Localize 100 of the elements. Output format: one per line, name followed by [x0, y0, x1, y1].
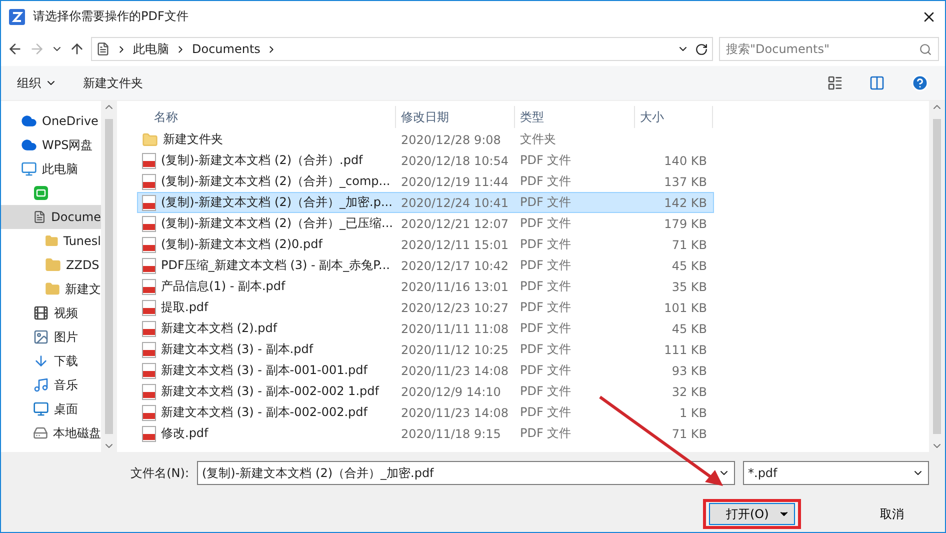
size-cell-text: 1 KB	[678, 406, 708, 420]
column-header[interactable]: 大小	[635, 106, 713, 128]
date-cell-text: 2020/12/18 10:54	[400, 154, 510, 168]
file-row[interactable]: 新建文件夹 2020/12/28 9:08 文件夹	[137, 129, 714, 150]
size-cell-text: 140 KB	[663, 154, 708, 168]
size-cell-text: 71 KB	[670, 238, 708, 252]
size-cell-text: 137 KB	[663, 174, 708, 188]
file-row[interactable]: (复制)-新建文本文档 (2)（合并）_加密.p... 2020/12/24 10:41 PDF 文件 142 KB	[137, 192, 714, 213]
back-icon[interactable]	[7, 41, 23, 57]
sidebar-item[interactable]: Tunesl	[1, 229, 101, 253]
file-row[interactable]: 产品信息(1) - 副本.pdf 2020/11/16 13:01 PDF 文件 35 KB	[137, 276, 714, 297]
file-row[interactable]: 提取.pdf 2020/12/23 10:27 PDF 文件 101 KB	[137, 297, 714, 318]
breadcrumb[interactable]: 此电脑	[133, 40, 169, 58]
date-cell-text: 2020/12/17 10:42	[400, 258, 510, 272]
search-field[interactable]: 搜索"Documents"	[719, 37, 939, 61]
desktop-icon	[33, 401, 49, 417]
scrollbar[interactable]	[101, 101, 117, 452]
sidebar-item[interactable]: 桌面	[1, 397, 101, 421]
new-folder-button[interactable]: 新建文件夹	[83, 74, 143, 92]
file-type-dropdown[interactable]: *.pdf	[743, 461, 929, 485]
file-name: 修改.pdf	[161, 425, 208, 442]
type-cell-text: 文件夹	[519, 131, 557, 148]
date-cell-text: 2020/11/18 9:15	[400, 426, 502, 440]
window-title: 请选择你需要操作的PDF文件	[33, 8, 190, 25]
column-header[interactable]: 名称	[138, 106, 396, 128]
filename-field[interactable]: (复制)-新建文本文档 (2)（合并）_加密.pdf	[197, 461, 735, 485]
open-button[interactable]: 打开(O)	[709, 503, 795, 525]
date-cell-text: 2020/11/23 14:08	[400, 406, 510, 420]
date-cell-text: 2020/11/12 10:25	[400, 342, 510, 356]
address-bar[interactable]: 此电脑 Documents	[91, 37, 713, 61]
folder-icon	[45, 281, 60, 297]
type-cell-text: PDF 文件	[519, 278, 572, 295]
date-cell-text: 2020/12/11 15:01	[400, 238, 510, 252]
file-row[interactable]: 新建文本文档 (2).pdf 2020/11/11 11:08 PDF 文件 45 KB	[137, 318, 714, 339]
sidebar-item[interactable]: 音乐	[1, 373, 101, 397]
sidebar-item[interactable]: Docume	[1, 205, 101, 229]
pdf-file-icon	[142, 404, 156, 420]
type-cell-text: PDF 文件	[519, 383, 572, 400]
file-row[interactable]: 修改.pdf 2020/11/18 9:15 PDF 文件 71 KB	[137, 423, 714, 444]
date-cell-text: 2020/12/23 10:27	[400, 300, 510, 314]
pdf-file-icon	[142, 362, 156, 378]
file-name: (复制)-新建文本文档 (2)（合并）_加密.p...	[161, 194, 392, 211]
organize-button[interactable]: 组织	[17, 74, 57, 92]
pdf-file-icon	[142, 194, 156, 210]
date-cell-text: 2020/11/16 13:01	[400, 280, 510, 294]
file-row[interactable]: (复制)-新建文本文档 (2)0.pdf 2020/12/11 15:01 PDF 文件 71 KB	[137, 234, 714, 255]
help-icon[interactable]	[911, 74, 929, 92]
sidebar-item[interactable]: 下载	[1, 349, 101, 373]
size-cell-text: 142 KB	[663, 196, 708, 210]
sidebar-item[interactable]: ZZDS	[1, 253, 101, 277]
date-cell-text: 2020/12/9 14:10	[400, 384, 502, 398]
up-icon[interactable]	[69, 41, 85, 57]
preview-pane-icon[interactable]	[869, 75, 885, 91]
breadcrumb[interactable]: Documents	[192, 42, 260, 56]
file-row[interactable]: (复制)-新建文本文档 (2)（合并）.pdf 2020/12/18 10:54 PDF 文件 140 KB	[137, 150, 714, 171]
date-cell-text: 2020/12/19 11:44	[400, 174, 510, 188]
refresh-icon[interactable]	[695, 42, 708, 56]
column-header[interactable]: 修改日期	[396, 106, 515, 128]
folder-icon	[142, 132, 158, 148]
filename-label: 文件名(N):	[130, 464, 189, 482]
size-cell-text: 35 KB	[670, 280, 708, 294]
size-cell-text: 111 KB	[663, 342, 708, 356]
type-cell-text: PDF 文件	[519, 152, 572, 169]
file-name: (复制)-新建文本文档 (2)0.pdf	[161, 236, 322, 253]
sidebar-item[interactable]: 图片	[1, 325, 101, 349]
sidebar-item[interactable]: OneDrive	[1, 109, 101, 133]
file-row[interactable]: (复制)-新建文本文档 (2)（合并）_comp... 2020/12/19 11:44 PDF 文件 137 KB	[137, 171, 714, 192]
date-cell-text: 2020/11/23 14:08	[400, 364, 510, 378]
file-row[interactable]: 新建文本文档 (3) - 副本-002-002 1.pdf 2020/12/9 14:10 PDF 文件 32 KB	[137, 381, 714, 402]
pdf-file-icon	[142, 278, 156, 294]
size-cell-text: 93 KB	[670, 364, 708, 378]
type-cell-text: PDF 文件	[519, 404, 572, 421]
type-cell-text: PDF 文件	[519, 215, 572, 232]
view-icon[interactable]	[827, 75, 843, 91]
file-name: 新建文件夹	[163, 131, 223, 148]
download-icon	[33, 353, 49, 369]
app-logo-icon	[9, 8, 25, 24]
column-header[interactable]: 类型	[515, 106, 635, 128]
file-row[interactable]: 新建文本文档 (3) - 副本.pdf 2020/11/12 10:25 PDF 文件 111 KB	[137, 339, 714, 360]
folder-icon	[45, 233, 58, 249]
pdf-file-icon	[142, 384, 156, 400]
sidebar-item[interactable]: 此电脑	[1, 157, 101, 181]
file-row[interactable]: 新建文本文档 (3) - 副本-001-001.pdf 2020/11/23 14:08 PDF 文件 93 KB	[137, 360, 714, 381]
date-cell-text: 2020/12/24 10:41	[400, 196, 510, 210]
size-cell-text: 71 KB	[670, 426, 708, 440]
sidebar-item[interactable]: 视频	[1, 301, 101, 325]
cancel-button[interactable]: 取消	[849, 503, 935, 525]
scrollbar[interactable]	[929, 101, 945, 452]
folder-icon	[45, 257, 61, 273]
file-name: 新建文本文档 (3) - 副本-002-002.pdf	[161, 404, 368, 421]
file-row[interactable]: 新建文本文档 (3) - 副本-002-002.pdf 2020/11/23 14:08 PDF 文件 1 KB	[137, 402, 714, 423]
document-icon	[33, 209, 46, 225]
file-name: 产品信息(1) - 副本.pdf	[161, 278, 286, 295]
sidebar-item[interactable]: WPS网盘	[1, 133, 101, 157]
sidebar-item[interactable]: 新建文	[1, 277, 101, 301]
type-cell-text: PDF 文件	[519, 320, 572, 337]
sidebar-item[interactable]: 本地磁盘	[1, 421, 101, 445]
pdf-file-icon	[142, 258, 156, 274]
file-row[interactable]: PDF压缩_新建文本文档 (3) - 副本_赤兔P... 2020/12/17 10:42 PDF 文件 45 KB	[137, 255, 714, 276]
file-row[interactable]: (复制)-新建文本文档 (2)（合并）_已压缩... 2020/12/21 12:07 PDF 文件 179 KB	[137, 213, 714, 234]
